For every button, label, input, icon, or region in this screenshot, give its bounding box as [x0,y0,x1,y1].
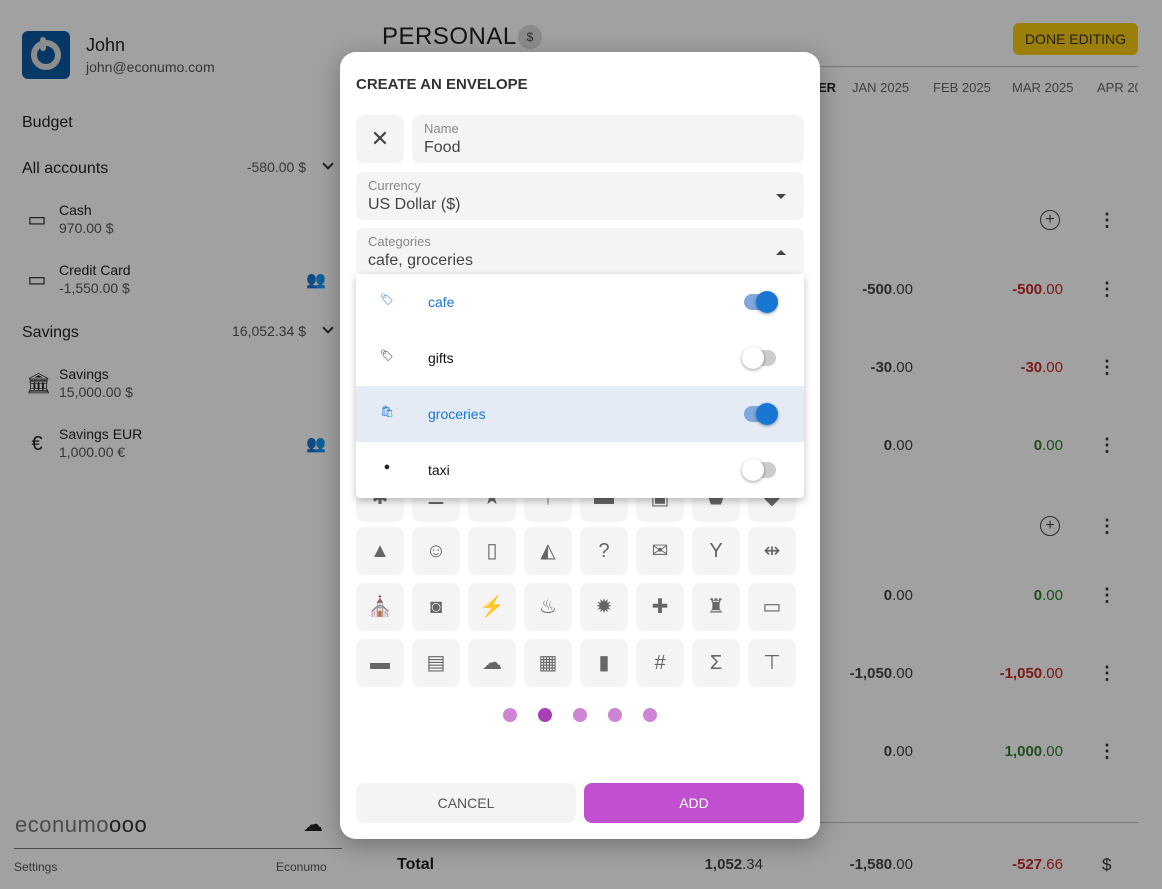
icon-option[interactable]: ▭ [748,583,796,631]
category-toggle[interactable] [742,347,776,369]
category-option[interactable]: 🏷 gifts [356,330,804,386]
fork-spoon-icon[interactable]: ✕ [356,115,404,163]
icon-option[interactable]: ⊤ [748,639,796,687]
category-label: groceries [428,406,486,422]
category-toggle[interactable] [742,459,776,481]
category-toggle[interactable] [744,403,778,425]
icon-option[interactable]: ♨ [524,583,572,631]
currency-select[interactable]: Currency US Dollar ($) [356,172,804,220]
icon-option[interactable]: ☁ [468,639,516,687]
icon-option[interactable]: ▦ [524,639,572,687]
category-label: taxi [428,462,450,478]
icon-option[interactable]: ▤ [412,639,460,687]
page-dot[interactable] [573,708,587,722]
page-dot[interactable] [643,708,657,722]
icon-option[interactable]: ▲ [356,527,404,575]
name-value[interactable]: Food [424,139,460,157]
page-dot[interactable] [608,708,622,722]
dialog-title: CREATE AN ENVELOPE [356,76,528,93]
currency-label: Currency [368,178,421,193]
categories-select[interactable]: Categories cafe, groceries [356,228,804,276]
tag-icon: 🏷 [380,294,394,306]
page-dot[interactable] [503,708,517,722]
add-button[interactable]: ADD [584,783,804,823]
icon-option[interactable]: ◭ [524,527,572,575]
icon-option[interactable]: ▯ [468,527,516,575]
currency-value: US Dollar ($) [368,196,461,213]
icon-option[interactable]: ▬ [356,639,404,687]
create-envelope-dialog: CREATE AN ENVELOPE ✕ Name Food Currency … [340,52,820,839]
icon-option[interactable]: ⛪ [356,583,404,631]
icon-option[interactable]: # [636,639,684,687]
icon-option[interactable]: Σ [692,639,740,687]
taxi-icon: ● [383,461,391,473]
categories-label: Categories [368,234,431,249]
cancel-button[interactable]: CANCEL [356,783,576,823]
icon-option[interactable]: Y [692,527,740,575]
name-label: Name [424,121,459,136]
category-option[interactable]: 🏷 cafe [356,274,804,330]
icon-option[interactable]: ⇹ [748,527,796,575]
icon-option[interactable]: ▮ [580,639,628,687]
category-label: cafe [428,294,455,310]
caret-down-icon [776,194,786,199]
icon-option[interactable]: ◙ [412,583,460,631]
category-option[interactable]: 🛍 groceries [356,386,804,442]
icon-option[interactable]: ✚ [636,583,684,631]
category-option[interactable]: ● taxi [356,442,804,498]
icon-option[interactable]: ⚡ [468,583,516,631]
icon-option[interactable]: ♜ [692,583,740,631]
icon-option[interactable]: ✉ [636,527,684,575]
icon-option[interactable]: ✹ [580,583,628,631]
tag-icon: 🏷 [380,350,394,362]
categories-value: cafe, groceries [368,252,473,269]
category-label: gifts [428,350,454,366]
shopping-bag-icon: 🛍 [380,406,394,418]
icon-option[interactable]: ☺ [412,527,460,575]
icon-option[interactable]: ? [580,527,628,575]
caret-up-icon [776,250,786,255]
categories-dropdown-menu: 🏷 cafe 🏷 gifts 🛍 groceries ● taxi [356,274,804,498]
page-dot[interactable] [538,708,552,722]
name-field[interactable]: Name Food [412,115,804,163]
category-toggle[interactable] [744,291,778,313]
